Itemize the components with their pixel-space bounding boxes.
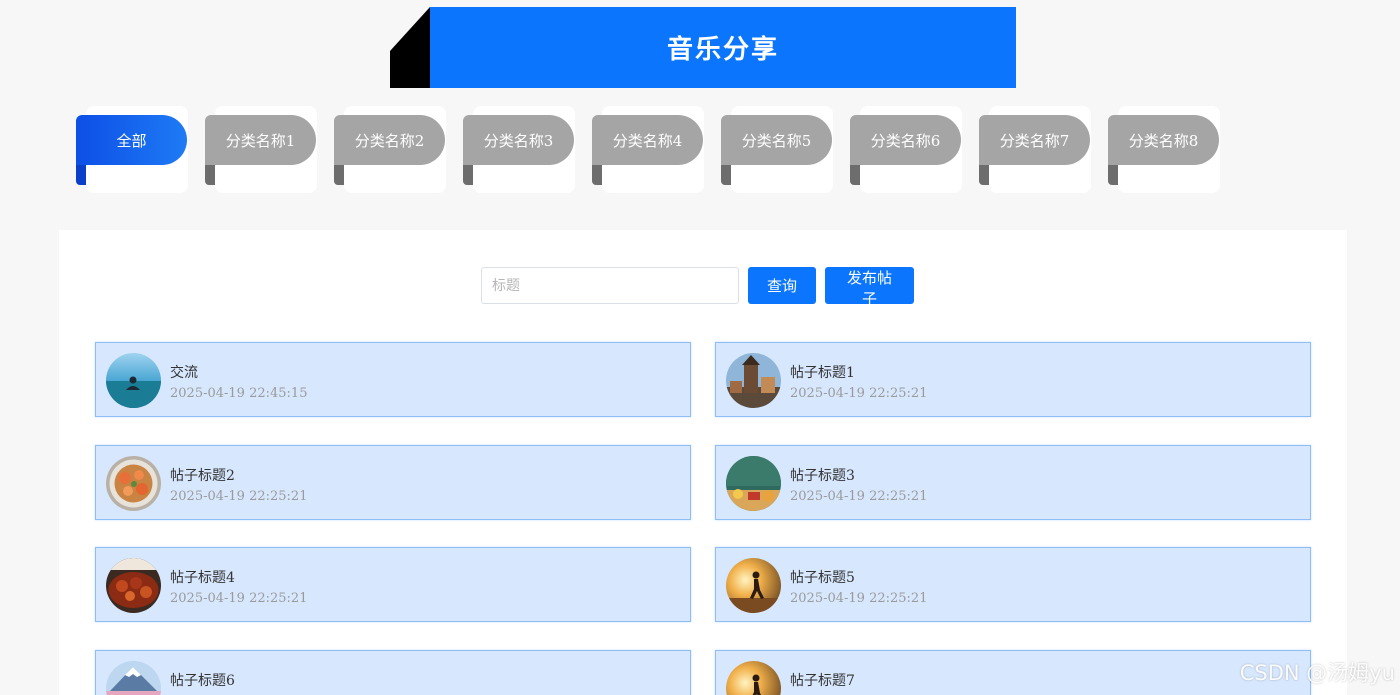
prague-tower-thumbnail: [726, 353, 781, 408]
watermark: CSDN @汤姆yu: [1239, 661, 1395, 685]
tab-category-1[interactable]: 分类名称1: [205, 105, 317, 193]
tab-label: 分类名称3: [463, 115, 574, 165]
post-item[interactable]: 帖子标题5 2025-04-19 22:25:21: [715, 547, 1311, 622]
post-time: 2025-04-19 22:25:21: [790, 489, 928, 504]
mountain-fuji-thumbnail: [106, 661, 161, 695]
tab-label: 分类名称7: [979, 115, 1090, 165]
tab-category-2[interactable]: 分类名称2: [334, 105, 446, 193]
tab-category-3[interactable]: 分类名称3: [463, 105, 575, 193]
post-title: 帖子标题6: [170, 673, 235, 689]
post-time: 2025-04-19 22:45:15: [170, 386, 308, 401]
post-item[interactable]: 帖子标题4 2025-04-19 22:25:21: [95, 547, 691, 622]
post-item[interactable]: 帖子标题2 2025-04-19 22:25:21: [95, 445, 691, 520]
post-item[interactable]: 帖子标题6: [95, 650, 691, 695]
tab-category-4[interactable]: 分类名称4: [592, 105, 704, 193]
search-bar: 查询 发布帖子: [481, 267, 914, 308]
title-search-input[interactable]: [481, 267, 739, 304]
shrimp-dish-thumbnail: [106, 456, 161, 511]
banner-fold-decoration: [390, 7, 430, 88]
post-time: 2025-04-19 22:25:21: [790, 591, 928, 606]
post-item[interactable]: 帖子标题7: [715, 650, 1311, 695]
tab-label: 分类名称1: [205, 115, 316, 165]
classroom-thumbnail: [726, 456, 781, 511]
post-title: 帖子标题1: [790, 365, 855, 381]
runner-sunset-thumbnail: [726, 661, 781, 695]
tab-category-7[interactable]: 分类名称7: [979, 105, 1091, 193]
post-time: 2025-04-19 22:25:21: [170, 489, 308, 504]
post-title: 帖子标题7: [790, 673, 855, 689]
tab-label: 分类名称4: [592, 115, 703, 165]
post-time: 2025-04-19 22:25:21: [790, 386, 928, 401]
tab-all[interactable]: 全部: [76, 105, 188, 193]
tab-label: 分类名称6: [850, 115, 961, 165]
tab-category-5[interactable]: 分类名称5: [721, 105, 833, 193]
meditation-sea-thumbnail: [106, 353, 161, 408]
post-title: 帖子标题2: [170, 468, 235, 484]
tab-category-8[interactable]: 分类名称8: [1108, 105, 1220, 193]
post-item[interactable]: 帖子标题3 2025-04-19 22:25:21: [715, 445, 1311, 520]
page-title: 音乐分享: [666, 35, 779, 65]
post-item[interactable]: 帖子标题1 2025-04-19 22:25:21: [715, 342, 1311, 417]
query-button[interactable]: 查询: [748, 267, 816, 304]
tab-label: 全部: [76, 115, 187, 165]
header-banner: 音乐分享: [390, 7, 1016, 88]
post-time: 2025-04-19 22:25:21: [170, 591, 308, 606]
tab-label: 分类名称8: [1108, 115, 1219, 165]
post-title: 帖子标题4: [170, 570, 235, 586]
page: 音乐分享 全部 分类名称1 分类名称2 分类名称3 分类名称4 分类名称5 分类…: [0, 0, 1400, 695]
tab-label: 分类名称2: [334, 115, 445, 165]
runner-sunset-thumbnail: [726, 558, 781, 613]
food-plate-thumbnail: [106, 558, 161, 613]
post-item[interactable]: 交流 2025-04-19 22:45:15: [95, 342, 691, 417]
tab-label: 分类名称5: [721, 115, 832, 165]
banner-body: 音乐分享: [430, 7, 1016, 88]
post-panel: 查询 发布帖子 交流 2025-04-19 22:45:15: [59, 230, 1347, 695]
category-tabs: 全部 分类名称1 分类名称2 分类名称3 分类名称4 分类名称5 分类名称6 分…: [76, 105, 1276, 193]
publish-post-button[interactable]: 发布帖子: [825, 267, 914, 308]
post-title: 交流: [170, 365, 198, 381]
tab-category-6[interactable]: 分类名称6: [850, 105, 962, 193]
post-title: 帖子标题5: [790, 570, 855, 586]
post-title: 帖子标题3: [790, 468, 855, 484]
